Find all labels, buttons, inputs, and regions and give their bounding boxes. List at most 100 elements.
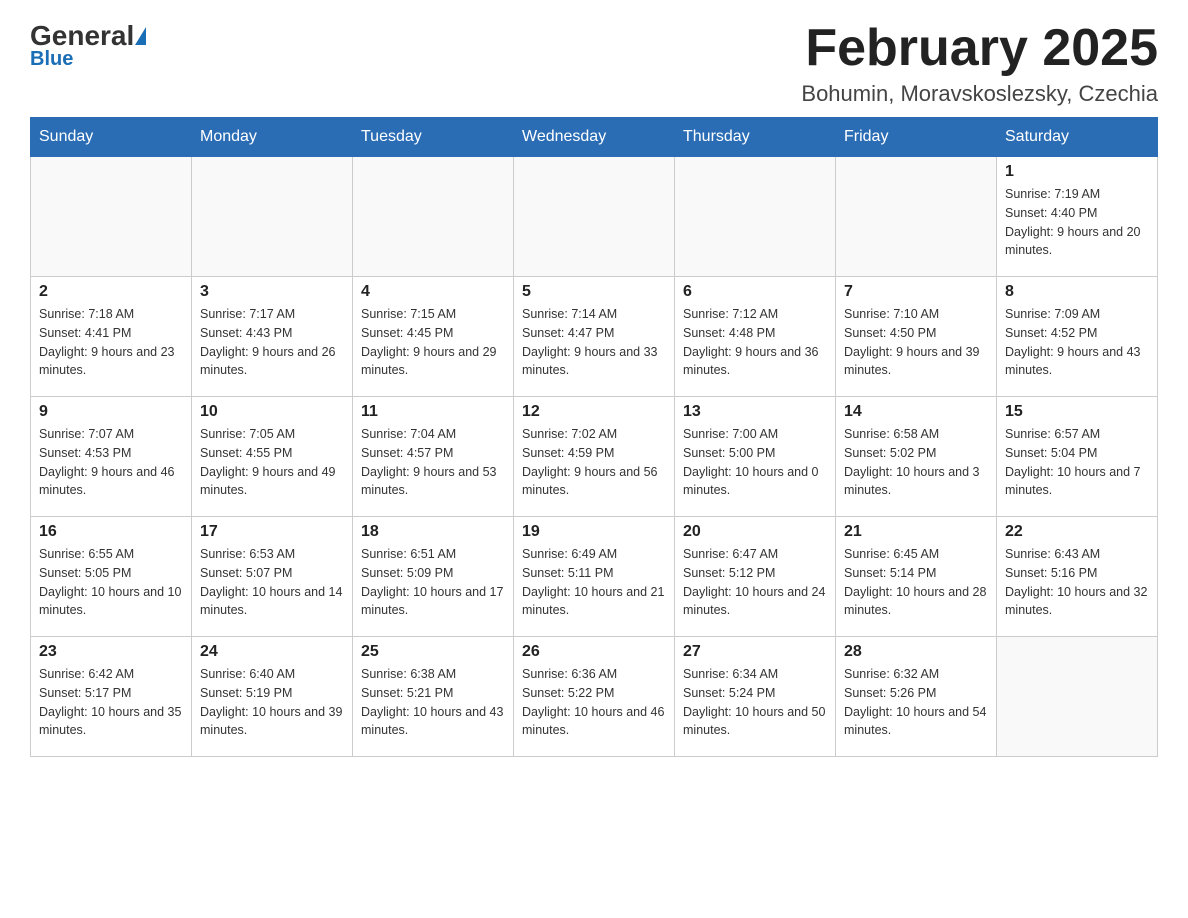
day-number: 24: [200, 643, 344, 661]
day-number: 15: [1005, 403, 1149, 421]
day-info: Sunrise: 7:19 AMSunset: 4:40 PMDaylight:…: [1005, 185, 1149, 260]
table-row: 12Sunrise: 7:02 AMSunset: 4:59 PMDayligh…: [514, 397, 675, 517]
calendar-week-row: 1 Sunrise: 7:19 AMSunset: 4:40 PMDaylight…: [31, 157, 1158, 277]
table-row: 2 Sunrise: 7:18 AMSunset: 4:41 PMDaylight…: [31, 277, 192, 397]
day-number: 23: [39, 643, 183, 661]
day-info: Sunrise: 7:09 AMSunset: 4:52 PMDaylight:…: [1005, 305, 1149, 380]
day-info: Sunrise: 6:55 AMSunset: 5:05 PMDaylight:…: [39, 545, 183, 620]
day-number: 27: [683, 643, 827, 661]
table-row: 8 Sunrise: 7:09 AMSunset: 4:52 PMDaylight…: [997, 277, 1158, 397]
day-number: 19: [522, 523, 666, 541]
table-row: 14 Sunrise: 6:58 AMSunset: 5:02 PMDayligh…: [836, 397, 997, 517]
col-sunday: Sunday: [31, 118, 192, 157]
calendar-week-row: 9 Sunrise: 7:07 AMSunset: 4:53 PMDaylight…: [31, 397, 1158, 517]
table-row: 17 Sunrise: 6:53 AMSunset: 5:07 PMDayligh…: [192, 517, 353, 637]
col-monday: Monday: [192, 118, 353, 157]
table-row: [997, 637, 1158, 757]
table-row: 26 Sunrise: 6:36 AMSunset: 5:22 PMDayligh…: [514, 637, 675, 757]
day-info: Sunrise: 7:17 AMSunset: 4:43 PMDaylight:…: [200, 305, 344, 380]
table-row: [31, 157, 192, 277]
table-row: 6Sunrise: 7:12 AMSunset: 4:48 PMDaylight…: [675, 277, 836, 397]
day-number: 2: [39, 283, 183, 301]
page-header: General Blue February 2025 Bohumin, Mora…: [30, 20, 1158, 107]
table-row: 18 Sunrise: 6:51 AMSunset: 5:09 PMDayligh…: [353, 517, 514, 637]
table-row: [675, 157, 836, 277]
table-row: 7 Sunrise: 7:10 AMSunset: 4:50 PMDaylight…: [836, 277, 997, 397]
day-info: Sunrise: 6:34 AMSunset: 5:24 PMDaylight:…: [683, 665, 827, 740]
table-row: 5 Sunrise: 7:14 AMSunset: 4:47 PMDaylight…: [514, 277, 675, 397]
col-thursday: Thursday: [675, 118, 836, 157]
table-row: 15 Sunrise: 6:57 AMSunset: 5:04 PMDayligh…: [997, 397, 1158, 517]
day-number: 21: [844, 523, 988, 541]
day-info: Sunrise: 6:51 AMSunset: 5:09 PMDaylight:…: [361, 545, 505, 620]
table-row: [192, 157, 353, 277]
day-number: 7: [844, 283, 988, 301]
col-tuesday: Tuesday: [353, 118, 514, 157]
day-number: 8: [1005, 283, 1149, 301]
col-saturday: Saturday: [997, 118, 1158, 157]
day-number: 5: [522, 283, 666, 301]
day-info: Sunrise: 6:43 AMSunset: 5:16 PMDaylight:…: [1005, 545, 1149, 620]
table-row: 19 Sunrise: 6:49 AMSunset: 5:11 PMDayligh…: [514, 517, 675, 637]
table-row: 11 Sunrise: 7:04 AMSunset: 4:57 PMDayligh…: [353, 397, 514, 517]
day-info: Sunrise: 7:00 AMSunset: 5:00 PMDaylight:…: [683, 425, 827, 500]
day-info: Sunrise: 6:42 AMSunset: 5:17 PMDaylight:…: [39, 665, 183, 740]
day-info: Sunrise: 7:12 AMSunset: 4:48 PMDaylight:…: [683, 305, 827, 380]
calendar-header-row: Sunday Monday Tuesday Wednesday Thursday…: [31, 118, 1158, 157]
table-row: 13 Sunrise: 7:00 AMSunset: 5:00 PMDayligh…: [675, 397, 836, 517]
day-number: 11: [361, 403, 505, 421]
day-info: Sunrise: 6:57 AMSunset: 5:04 PMDaylight:…: [1005, 425, 1149, 500]
logo-triangle-icon: [135, 27, 146, 45]
day-info: Sunrise: 7:18 AMSunset: 4:41 PMDaylight:…: [39, 305, 183, 380]
day-number: 14: [844, 403, 988, 421]
table-row: 3 Sunrise: 7:17 AMSunset: 4:43 PMDaylight…: [192, 277, 353, 397]
logo: General Blue: [30, 20, 147, 71]
calendar-week-row: 2 Sunrise: 7:18 AMSunset: 4:41 PMDaylight…: [31, 277, 1158, 397]
day-info: Sunrise: 6:53 AMSunset: 5:07 PMDaylight:…: [200, 545, 344, 620]
col-friday: Friday: [836, 118, 997, 157]
day-info: Sunrise: 7:15 AMSunset: 4:45 PMDaylight:…: [361, 305, 505, 380]
day-number: 13: [683, 403, 827, 421]
title-section: February 2025 Bohumin, Moravskoslezsky, …: [801, 20, 1158, 107]
day-number: 9: [39, 403, 183, 421]
col-wednesday: Wednesday: [514, 118, 675, 157]
day-info: Sunrise: 7:07 AMSunset: 4:53 PMDaylight:…: [39, 425, 183, 500]
table-row: 16 Sunrise: 6:55 AMSunset: 5:05 PMDayligh…: [31, 517, 192, 637]
table-row: 9 Sunrise: 7:07 AMSunset: 4:53 PMDaylight…: [31, 397, 192, 517]
table-row: [514, 157, 675, 277]
table-row: 21 Sunrise: 6:45 AMSunset: 5:14 PMDayligh…: [836, 517, 997, 637]
day-number: 20: [683, 523, 827, 541]
table-row: 23 Sunrise: 6:42 AMSunset: 5:17 PMDayligh…: [31, 637, 192, 757]
day-number: 28: [844, 643, 988, 661]
day-number: 25: [361, 643, 505, 661]
day-number: 16: [39, 523, 183, 541]
day-number: 3: [200, 283, 344, 301]
day-info: Sunrise: 6:40 AMSunset: 5:19 PMDaylight:…: [200, 665, 344, 740]
day-info: Sunrise: 6:36 AMSunset: 5:22 PMDaylight:…: [522, 665, 666, 740]
day-info: Sunrise: 6:47 AMSunset: 5:12 PMDaylight:…: [683, 545, 827, 620]
day-number: 1: [1005, 163, 1149, 181]
day-number: 17: [200, 523, 344, 541]
table-row: 27 Sunrise: 6:34 AMSunset: 5:24 PMDayligh…: [675, 637, 836, 757]
table-row: [353, 157, 514, 277]
day-info: Sunrise: 6:45 AMSunset: 5:14 PMDaylight:…: [844, 545, 988, 620]
table-row: 1 Sunrise: 7:19 AMSunset: 4:40 PMDaylight…: [997, 157, 1158, 277]
day-info: Sunrise: 7:14 AMSunset: 4:47 PMDaylight:…: [522, 305, 666, 380]
location-text: Bohumin, Moravskoslezsky, Czechia: [801, 81, 1158, 107]
day-info: Sunrise: 7:05 AMSunset: 4:55 PMDaylight:…: [200, 425, 344, 500]
table-row: 20 Sunrise: 6:47 AMSunset: 5:12 PMDayligh…: [675, 517, 836, 637]
day-info: Sunrise: 7:04 AMSunset: 4:57 PMDaylight:…: [361, 425, 505, 500]
month-title: February 2025: [801, 20, 1158, 77]
day-info: Sunrise: 6:32 AMSunset: 5:26 PMDaylight:…: [844, 665, 988, 740]
calendar-table: Sunday Monday Tuesday Wednesday Thursday…: [30, 117, 1158, 757]
day-number: 26: [522, 643, 666, 661]
table-row: 25Sunrise: 6:38 AMSunset: 5:21 PMDayligh…: [353, 637, 514, 757]
day-info: Sunrise: 6:49 AMSunset: 5:11 PMDaylight:…: [522, 545, 666, 620]
day-number: 12: [522, 403, 666, 421]
day-info: Sunrise: 7:10 AMSunset: 4:50 PMDaylight:…: [844, 305, 988, 380]
day-number: 18: [361, 523, 505, 541]
table-row: 4Sunrise: 7:15 AMSunset: 4:45 PMDaylight…: [353, 277, 514, 397]
day-number: 10: [200, 403, 344, 421]
logo-blue-text: Blue: [30, 48, 73, 71]
day-info: Sunrise: 6:58 AMSunset: 5:02 PMDaylight:…: [844, 425, 988, 500]
